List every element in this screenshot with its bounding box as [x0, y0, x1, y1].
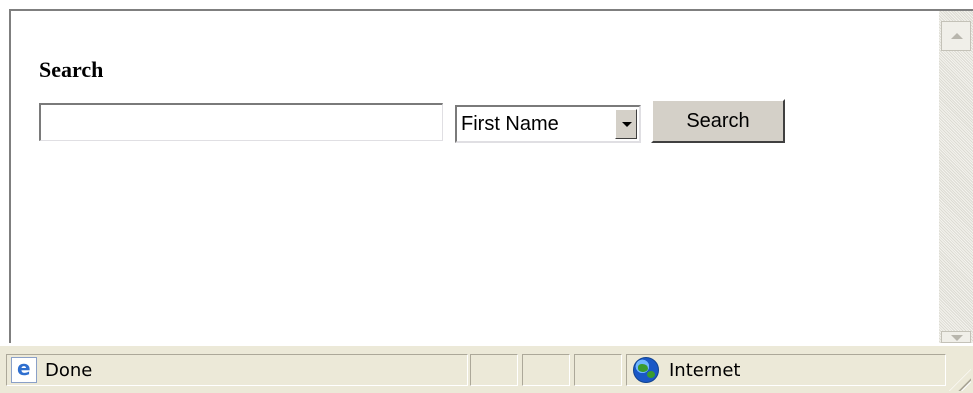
scroll-down-button[interactable] [941, 331, 971, 343]
vertical-scrollbar[interactable] [939, 11, 973, 343]
search-button[interactable]: Search [651, 99, 785, 143]
status-bar: Done Internet [0, 345, 973, 393]
status-text: Done [45, 359, 93, 381]
search-field-select[interactable]: First Name [455, 105, 641, 143]
chevron-down-icon[interactable] [615, 109, 637, 139]
status-pane [522, 354, 570, 386]
page-icon [11, 356, 37, 383]
status-pane [574, 354, 622, 386]
status-pane [470, 354, 518, 386]
search-input[interactable] [39, 103, 443, 141]
globe-icon [633, 357, 659, 383]
search-heading: Search [39, 57, 104, 82]
browser-content-frame: Search First Name Search [9, 9, 973, 343]
select-selected-value: First Name [461, 113, 559, 135]
arrow-down-icon [951, 335, 963, 341]
resize-grip-icon[interactable] [949, 369, 971, 391]
status-pane-main: Done [6, 354, 468, 386]
zone-text: Internet [669, 359, 741, 381]
arrow-up-icon [951, 33, 963, 39]
page-content: Search First Name Search [11, 11, 939, 343]
scroll-up-button[interactable] [941, 21, 971, 51]
security-zone-pane[interactable]: Internet [626, 354, 946, 386]
